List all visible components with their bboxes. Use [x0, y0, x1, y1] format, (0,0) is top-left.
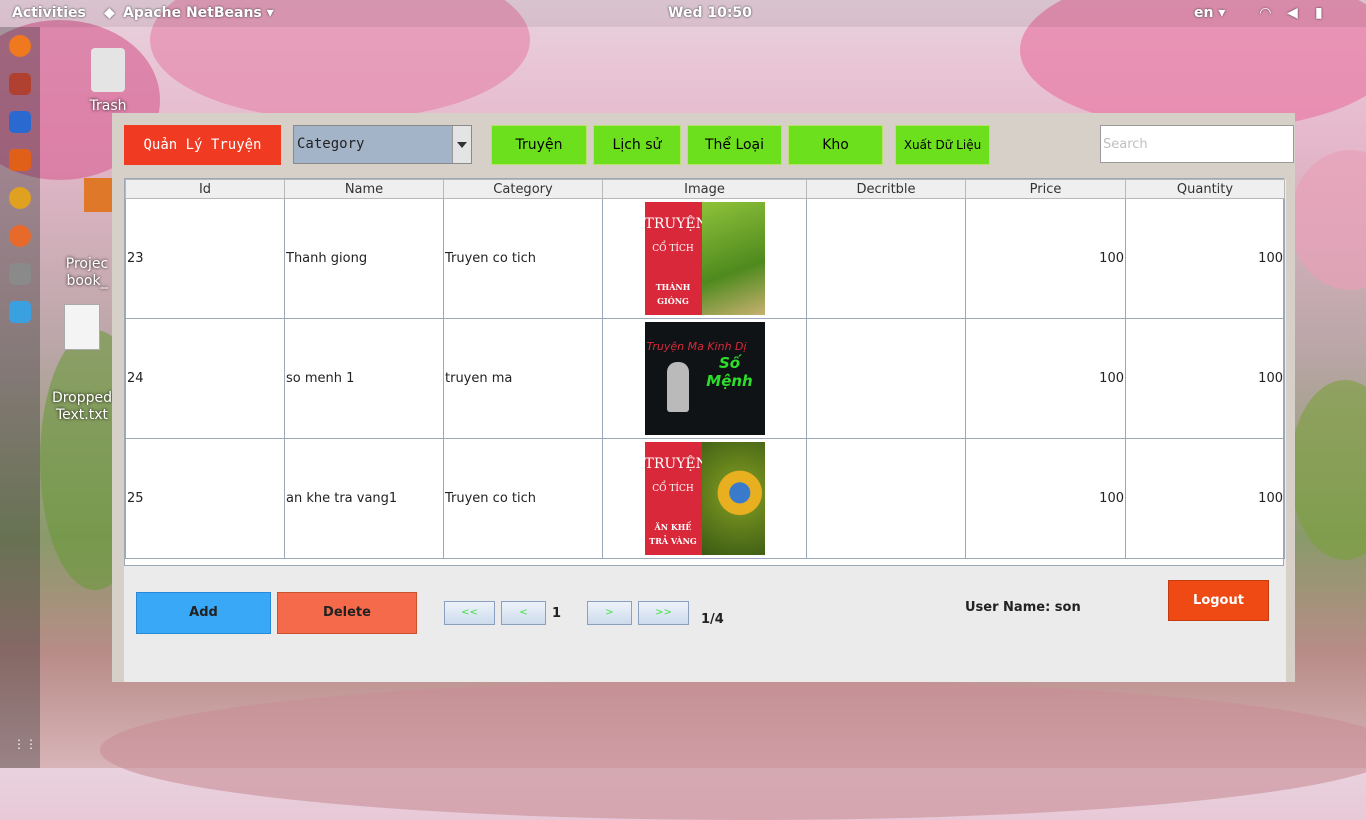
cover-title-line: TRUYỆN	[644, 456, 708, 472]
table-row[interactable]: 24 so menh 1 truyen ma Truyện Ma Kinh Dị…	[125, 318, 1285, 439]
cover-subtitle-line: CỔ TÍCH	[652, 244, 694, 254]
column-header-name[interactable]: Name	[284, 179, 444, 199]
book-cover-image: TRUYỆN CỔ TÍCH THÁNH GIÓNG	[644, 202, 765, 315]
dropped-text-label: Dropped Text.txt	[51, 390, 113, 423]
cell-image[interactable]: TRUYỆN CỔ TÍCH ĂN KHẾ TRẢ VÀNG	[602, 438, 807, 559]
category-select[interactable]: Category	[293, 125, 472, 164]
cell-price[interactable]: 100	[965, 198, 1126, 319]
cell-description[interactable]	[806, 438, 966, 559]
cell-description[interactable]	[806, 198, 966, 319]
cell-id[interactable]: 23	[125, 198, 285, 319]
book-cover-image: TRUYỆN CỔ TÍCH ĂN KHẾ TRẢ VÀNG	[644, 442, 765, 555]
add-button[interactable]: Add	[136, 592, 271, 634]
nav-kho-button[interactable]: Kho	[788, 125, 883, 165]
text-file-icon	[64, 304, 100, 350]
cover-subtitle-line: CỔ TÍCH	[652, 484, 694, 494]
battery-icon[interactable]: ▮	[1315, 5, 1323, 21]
netbeans-dock-icon[interactable]	[9, 301, 31, 323]
cell-category[interactable]: Truyen co tich	[443, 198, 603, 319]
software-icon[interactable]	[9, 149, 31, 171]
cell-price[interactable]: 100	[965, 438, 1126, 559]
cell-id[interactable]: 24	[125, 318, 285, 439]
book-table: Id Name Category Image Decritble Price Q…	[124, 178, 1285, 566]
cell-name[interactable]: an khe tra vang1	[284, 438, 444, 559]
current-page: 1	[552, 606, 562, 621]
writer-icon[interactable]	[9, 111, 31, 133]
app-window: Quản Lý Truyện Category Truyện Lịch sử T…	[112, 113, 1295, 682]
prev-page-button[interactable]: <	[501, 601, 546, 625]
cover-title-line: Truyện Ma Kinh Dị	[646, 340, 747, 353]
firefox-icon[interactable]	[9, 35, 31, 57]
cover-title-line: TRUYỆN	[644, 216, 708, 232]
folder-icon	[84, 178, 112, 212]
search-input[interactable]	[1100, 125, 1294, 163]
book-cover-image: Truyện Ma Kinh Dị Số Mệnh	[644, 322, 765, 435]
cell-id[interactable]: 25	[125, 438, 285, 559]
app-grid-icon[interactable]: ⋮⋮	[13, 737, 37, 751]
table-row[interactable]: 23 Thanh giong Truyen co tich TRUYỆN CỔ …	[125, 198, 1285, 319]
last-page-button[interactable]: >>	[638, 601, 689, 625]
nav-xuat-du-lieu-button[interactable]: Xuất Dữ Liệu	[895, 125, 990, 165]
cell-price[interactable]: 100	[965, 318, 1126, 439]
trash-desktop-icon[interactable]: Trash	[86, 48, 130, 115]
table-header-row: Id Name Category Image Decritble Price Q…	[125, 179, 1285, 199]
nav-truyen-button[interactable]: Truyện	[491, 125, 587, 165]
cover-story-name: ĂN KHẾ TRẢ VÀNG	[649, 522, 697, 546]
compass-icon[interactable]	[9, 225, 31, 247]
nav-the-loai-button[interactable]: Thể Loại	[687, 125, 782, 165]
column-header-price[interactable]: Price	[965, 179, 1126, 199]
category-select-value: Category	[297, 136, 365, 152]
cover-subtitle-line: Số Mệnh	[706, 354, 753, 390]
cell-image[interactable]: Truyện Ma Kinh Dị Số Mệnh	[602, 318, 807, 439]
page-total: 1/4	[701, 612, 724, 627]
cell-name[interactable]: so menh 1	[284, 318, 444, 439]
next-page-button[interactable]: >	[587, 601, 632, 625]
column-header-quantity[interactable]: Quantity	[1125, 179, 1285, 199]
table-row[interactable]: 25 an khe tra vang1 Truyen co tich TRUYỆ…	[125, 438, 1285, 559]
cover-story-name: THÁNH GIÓNG	[655, 282, 691, 306]
column-header-description[interactable]: Decritble	[806, 179, 966, 199]
dock: ⋮⋮	[0, 27, 40, 768]
cell-name[interactable]: Thanh giong	[284, 198, 444, 319]
cell-image[interactable]: TRUYỆN CỔ TÍCH THÁNH GIÓNG	[602, 198, 807, 319]
column-header-category[interactable]: Category	[443, 179, 603, 199]
volume-icon[interactable]: ◀	[1287, 5, 1298, 21]
language-indicator[interactable]: en ▾	[1194, 5, 1225, 21]
cell-description[interactable]	[806, 318, 966, 439]
dropped-text-desktop-icon[interactable]: Dropped Text.txt	[50, 270, 114, 441]
cell-category[interactable]: Truyen co tich	[443, 438, 603, 559]
activities-button[interactable]: Activities	[12, 5, 86, 21]
column-header-id[interactable]: Id	[125, 179, 285, 199]
trash-icon	[91, 48, 125, 92]
clock[interactable]: Wed 10:50	[668, 5, 752, 21]
top-bar: Activities ◆ Apache NetBeans ▾ Wed 10:50…	[0, 0, 1366, 27]
column-header-image[interactable]: Image	[602, 179, 807, 199]
user-name-label: User Name: son	[965, 600, 1081, 615]
chevron-down-icon[interactable]	[452, 126, 471, 163]
chrome-icon[interactable]	[9, 187, 31, 209]
files-icon[interactable]	[9, 73, 31, 95]
cell-category[interactable]: truyen ma	[443, 318, 603, 439]
netbeans-icon: ◆	[104, 5, 115, 21]
delete-button[interactable]: Delete	[277, 592, 417, 634]
cell-quantity[interactable]: 100	[1125, 438, 1285, 559]
app-menu[interactable]: Apache NetBeans ▾	[123, 5, 274, 21]
camera-icon[interactable]	[9, 263, 31, 285]
logout-button[interactable]: Logout	[1168, 580, 1269, 621]
cell-quantity[interactable]: 100	[1125, 318, 1285, 439]
nav-lich-su-button[interactable]: Lịch sử	[593, 125, 681, 165]
first-page-button[interactable]: <<	[444, 601, 495, 625]
title-button[interactable]: Quản Lý Truyện	[124, 125, 281, 165]
cell-quantity[interactable]: 100	[1125, 198, 1285, 319]
wifi-icon[interactable]: ◠	[1260, 5, 1271, 21]
